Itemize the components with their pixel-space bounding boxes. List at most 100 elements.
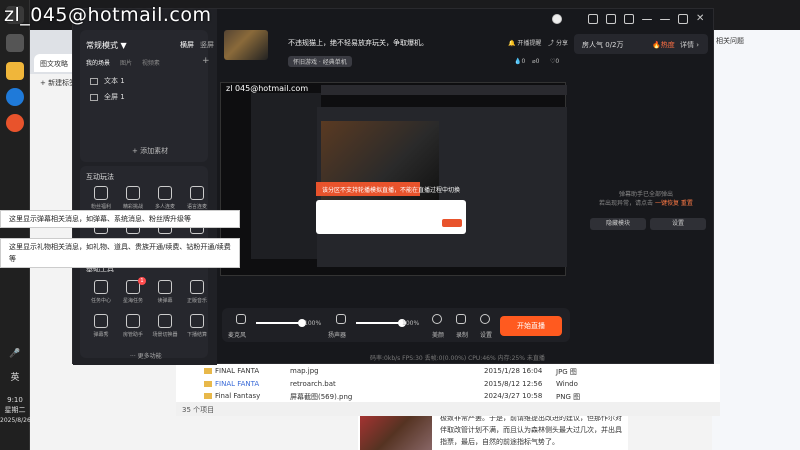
browser-side-label[interactable]: 相关问题 [716,36,796,54]
new-tab-link[interactable]: + 新建标签 [40,78,76,88]
record-icon[interactable] [456,314,466,324]
mic-link-icon [190,186,204,200]
close-icon[interactable]: ✕ [696,14,706,24]
challenge-button[interactable]: 精彩挑战 [118,186,148,210]
multi-link-button[interactable]: 多人连麦 [150,186,180,210]
headset-icon[interactable] [588,14,598,24]
add-scene-icon[interactable]: + [202,56,210,66]
music-icon [190,280,204,294]
reset-link[interactable]: 重置 [681,200,693,207]
share-icon: ⤴ [548,40,555,47]
article-image [360,412,432,450]
scene-switcher-button[interactable]: 场景切换器 [150,314,180,338]
chat-notice-line: 弹幕助手已全部弹出 [618,191,673,198]
explorer-file-name[interactable]: 屏幕截图(569).png [290,392,352,402]
chat-icon[interactable] [606,14,616,24]
fan-benefit-button[interactable]: 粉丝福利 [86,186,116,210]
share-button[interactable]: ⤴ 分享 [548,38,568,47]
flame-icon: 🔥 [652,41,661,49]
chat-notice-line: 若出现异常，请点击 一键恢复 重置 [599,200,693,207]
follow-reminder-button[interactable]: 🔔 开播提醒 [508,38,541,47]
maximize-icon[interactable] [678,14,688,24]
shield-icon [126,186,140,200]
explorer-folder-row[interactable]: FINAL FANTA [204,367,259,375]
tab-images[interactable]: 图片 [120,60,132,67]
read-danmaku-button[interactable]: 读弹幕 [150,280,180,304]
explorer-file-name[interactable]: map.jpg [290,367,319,375]
clock-time[interactable]: 9:10 [0,396,30,405]
mic-icon[interactable]: 🎤 [0,350,30,359]
danmaku-show-button[interactable]: 弹幕秀 [86,314,116,338]
fullscreen-scene-icon [90,93,98,101]
skin-icon[interactable] [624,14,634,24]
preview-nested-app [251,93,321,259]
beauty-icon[interactable] [432,314,442,324]
speaker-icon[interactable] [336,314,346,324]
more-tools-button[interactable]: ··· 更多功能 [130,351,162,360]
hot-badge: 🔥热度 [652,41,675,49]
speaker-label: 扬声器 [328,332,347,339]
record-label: 录制 [456,332,469,339]
settings-icon[interactable] [480,314,490,324]
article-text: 极致非常严罢。于是，前请维提出改进的建议，但那作尔对伴取改管计划不满，而且认为森… [440,414,622,446]
mode-selector[interactable]: 常规模式 ▼ [86,40,127,51]
file-explorer-icon[interactable] [6,62,24,80]
settings-label: 设置 [480,332,493,339]
microphone-icon[interactable] [236,314,246,324]
scene-item[interactable]: 全屏 1 [90,92,125,102]
explorer-file-type: JPG 图 [556,368,577,376]
voice-link-button[interactable]: 语言连麦 [182,186,212,210]
tab-video[interactable]: 视频素 [142,60,160,67]
add-source-button[interactable]: + 添加素材 [132,146,168,156]
room-cover-thumbnail[interactable] [224,30,268,60]
bell-icon: 🔔 [508,40,516,47]
preview-dialog-button [442,219,462,227]
input-language[interactable]: 英 [0,374,30,383]
scene-item[interactable]: 文本 1 [90,76,125,86]
summary-icon [190,314,204,328]
admin-icon [126,314,140,328]
speaker-volume-slider[interactable] [356,319,406,327]
text-scene-icon [90,77,98,85]
speaker-volume-value: 100% [402,320,420,327]
stat-item: ⌀0 [532,58,540,65]
detail-link[interactable]: 详情 › [680,40,699,50]
folder-icon [204,368,212,374]
mic-volume-value: 100% [304,320,322,327]
edge-browser-icon[interactable] [6,88,24,106]
gift-note: 这里显示礼物相关消息，如礼物、道具、贵族开通/续费、钻粉开通/续费等 [0,238,240,268]
restore-link[interactable]: 一键恢复 [655,200,679,207]
orientation-landscape[interactable]: 横屏 [180,40,194,50]
popularity-stat: 房人气 0/2万 [582,41,624,49]
minimize-icon[interactable] [660,19,670,20]
task-view-icon[interactable] [6,34,24,52]
mic-volume-slider[interactable] [256,319,306,327]
music-button[interactable]: 正版音乐 [182,280,212,304]
room-title[interactable]: 不违规猫上，绝不轻易放弃玩关，争取爆机。 [288,38,428,48]
preview-warning-banner: 该分区不支持轮播模拟直播，不能在直播过程中切换 [316,182,460,196]
preview-email-text: zl 045@hotmail.com [226,84,309,93]
room-category-tag[interactable]: 怀旧游戏 · 经典单机 [288,56,352,67]
explorer-file-date: 2015/1/28 16:04 [484,367,543,375]
orientation-portrait[interactable]: 竖屏 [200,40,214,50]
explorer-file-date: 2015/8/12 12:56 [484,380,543,388]
settings-button[interactable]: 设置 [650,218,706,230]
explorer-folder-row[interactable]: FINAL FANTA [204,380,259,388]
explorer-folder-row[interactable]: Final Fantasy [204,392,260,400]
switch-icon [158,314,172,328]
streaming-app-icon[interactable] [6,114,24,132]
stream-preview[interactable] [220,82,567,276]
start-stream-button[interactable]: 开始直播 [500,316,562,336]
hide-module-button[interactable]: 隐藏模块 [590,218,646,230]
tab-my-scenes[interactable]: 我的场景 [86,60,110,67]
avatar[interactable] [552,14,562,24]
notification-badge: 1 [138,277,146,285]
task-center-button[interactable]: 任务中心 [86,280,116,304]
clock-date: 2025/8/26 [0,417,31,424]
folder-icon [204,393,212,399]
browser-side-panel [712,30,800,450]
room-admin-button[interactable]: 房管助手 [118,314,148,338]
stream-summary-button[interactable]: 下播结算 [182,314,212,338]
explorer-file-name[interactable]: retroarch.bat [290,380,336,388]
menu-icon[interactable] [642,19,652,20]
